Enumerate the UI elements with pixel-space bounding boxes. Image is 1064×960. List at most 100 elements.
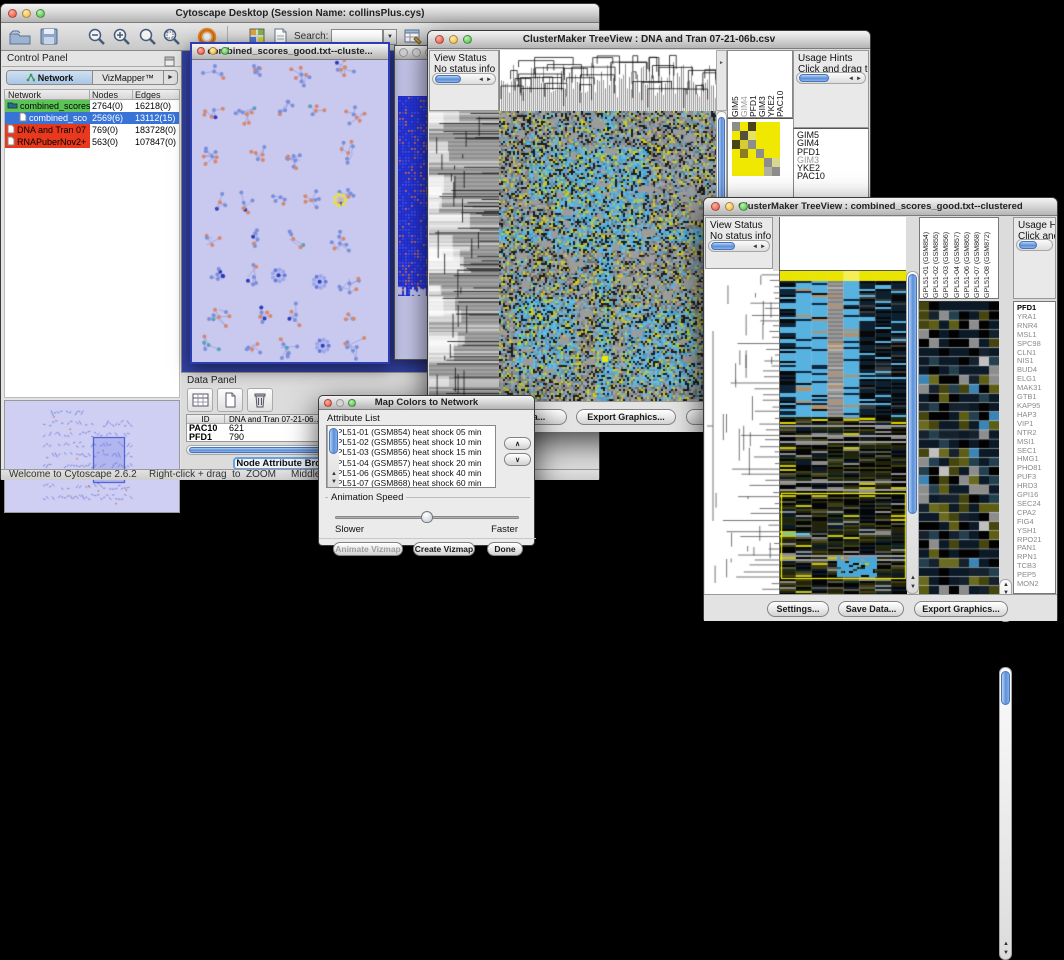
export-graphics-button[interactable]: Export Graphics... xyxy=(576,409,676,425)
zoom-in-icon[interactable] xyxy=(112,27,133,52)
treeview1-column-label[interactable]: GIM3 xyxy=(757,50,766,117)
treeview2-column-label[interactable]: GPL51-04 (GSM857) xyxy=(954,218,964,298)
network-canvas[interactable] xyxy=(192,60,388,362)
save-session-icon[interactable] xyxy=(39,27,59,51)
zoom-button[interactable] xyxy=(36,9,45,18)
view-status-scrollbar[interactable]: ◄ ► xyxy=(708,240,770,252)
new-attribute-icon[interactable] xyxy=(217,388,243,412)
matrix-cell[interactable] xyxy=(772,167,780,176)
move-up-button[interactable]: ∧ xyxy=(504,437,531,450)
matrix-cell[interactable] xyxy=(748,158,756,167)
zoom-button[interactable] xyxy=(463,35,472,44)
matrix-cell[interactable] xyxy=(756,167,764,176)
matrix-cell[interactable] xyxy=(740,158,748,167)
zoom-button[interactable] xyxy=(221,47,229,55)
column-dendrogram-area[interactable] xyxy=(779,217,906,271)
zoom-matrix[interactable] xyxy=(732,122,780,176)
minimize-button[interactable] xyxy=(209,47,217,55)
column-dendrogram-canvas[interactable] xyxy=(499,50,717,111)
scroll-left-arrow-icon[interactable]: ◄ xyxy=(478,77,484,83)
treeview2-column-label[interactable]: GPL51-07 (GSM868) xyxy=(974,218,984,298)
matrix-cell[interactable] xyxy=(756,149,764,158)
hscroll-thumb[interactable] xyxy=(1019,241,1037,249)
row-dendrogram-canvas[interactable] xyxy=(429,111,499,401)
treeview1-column-label[interactable]: YKE2 xyxy=(766,50,775,117)
vscroll-thumb[interactable] xyxy=(908,274,917,514)
birdseye-canvas[interactable] xyxy=(5,401,179,512)
attribute-list-item[interactable]: GPL51-02 (GSM855) heat shock 10 min xyxy=(327,437,482,447)
scroll-down-arrow-icon[interactable]: ▼ xyxy=(331,479,337,485)
network-view-titlebar[interactable]: combined_scores_good.txt--cluste... xyxy=(192,44,388,60)
matrix-cell[interactable] xyxy=(764,167,772,176)
zoom-button[interactable] xyxy=(739,202,748,211)
treeview2-column-label[interactable]: GPL51-03 (GSM856) xyxy=(943,218,953,298)
usage-scrollbar[interactable] xyxy=(1016,239,1053,251)
animate-vizmap-button[interactable]: Animate Vizmap xyxy=(333,542,403,556)
matrix-cell[interactable] xyxy=(748,149,756,158)
attribute-list-item[interactable]: GPL51-07 (GSM868) heat shock 60 min xyxy=(327,478,482,488)
heatmap-vscrollbar[interactable]: ▲ ▼ xyxy=(906,271,919,594)
tab-network[interactable]: Network xyxy=(7,71,93,84)
done-button[interactable]: Done xyxy=(487,542,523,556)
matrix-cell[interactable] xyxy=(772,158,780,167)
minimize-button[interactable] xyxy=(725,202,734,211)
matrix-cell[interactable] xyxy=(764,149,772,158)
matrix-cell[interactable] xyxy=(772,140,780,149)
close-button[interactable] xyxy=(8,9,17,18)
zoom-selected-icon[interactable] xyxy=(162,27,183,52)
minimize-button[interactable] xyxy=(449,35,458,44)
matrix-cell[interactable] xyxy=(732,167,740,176)
matrix-cell[interactable] xyxy=(732,122,740,131)
dense-network-canvas[interactable] xyxy=(398,96,428,296)
treeview1-column-label[interactable]: PFD1 xyxy=(748,50,757,117)
treeview1-column-label[interactable]: PAC10 xyxy=(775,50,784,117)
gene-list-vscrollbar[interactable]: ▲ ▼ xyxy=(999,667,1012,960)
table-select-icon[interactable] xyxy=(187,388,213,412)
slider-thumb[interactable] xyxy=(421,511,433,523)
matrix-cell[interactable] xyxy=(748,131,756,140)
listbox-vscrollbar[interactable]: ▲ ▼ xyxy=(327,426,339,487)
close-button[interactable] xyxy=(324,399,332,407)
matrix-cell[interactable] xyxy=(732,149,740,158)
main-titlebar[interactable]: Cytoscape Desktop (Session Name: collins… xyxy=(1,4,599,23)
matrix-cell[interactable] xyxy=(764,140,772,149)
matrix-cell[interactable] xyxy=(732,131,740,140)
treeview1-titlebar[interactable]: ClusterMaker TreeView : DNA and Tran 07-… xyxy=(428,31,870,49)
matrix-cell[interactable] xyxy=(764,122,772,131)
network-row[interactable]: DNA and Tran 07 769(0) 183728(0) xyxy=(5,124,179,136)
scroll-up-arrow-icon[interactable]: ▲ xyxy=(1003,582,1009,588)
vscroll-thumb[interactable] xyxy=(718,117,725,205)
matrix-cell[interactable] xyxy=(740,140,748,149)
scroll-up-arrow-icon[interactable]: ▲ xyxy=(1003,941,1009,947)
matrix-cell[interactable] xyxy=(772,131,780,140)
matrix-cell[interactable] xyxy=(748,140,756,149)
vscroll-thumb[interactable] xyxy=(1001,671,1010,705)
close-button[interactable] xyxy=(399,48,408,57)
matrix-cell[interactable] xyxy=(740,149,748,158)
matrix-cell[interactable] xyxy=(756,140,764,149)
matrix-cell[interactable] xyxy=(764,158,772,167)
dialog-titlebar[interactable]: Map Colors to Network xyxy=(319,396,534,410)
save-data-button[interactable]: Save Data... xyxy=(838,601,904,617)
matrix-cell[interactable] xyxy=(756,122,764,131)
dendro-splitter[interactable]: ► xyxy=(716,50,727,111)
minimize-button[interactable] xyxy=(336,399,344,407)
close-button[interactable] xyxy=(435,35,444,44)
treeview2-column-label[interactable]: GPL51-06 (GSM865) xyxy=(964,218,974,298)
open-file-icon[interactable] xyxy=(8,27,32,51)
zoom-out-icon[interactable] xyxy=(87,27,108,52)
matrix-cell[interactable] xyxy=(748,167,756,176)
scroll-down-arrow-icon[interactable]: ▼ xyxy=(910,584,916,590)
attribute-list-item[interactable]: GPL51-06 (GSM865) heat shock 40 min xyxy=(327,468,482,478)
scroll-right-arrow-icon[interactable]: ► xyxy=(856,76,862,82)
matrix-cell[interactable] xyxy=(732,158,740,167)
export-graphics-button[interactable]: Export Graphics... xyxy=(914,601,1008,617)
attr-col-id[interactable]: ID xyxy=(187,415,225,423)
treeview2-column-label[interactable]: GPL51-02 (GSM855) xyxy=(933,218,943,298)
treeview2-column-label[interactable]: GPL51-08 (GSM872) xyxy=(984,218,994,298)
hscroll-thumb[interactable] xyxy=(435,75,461,83)
network-row[interactable]: RNAPuberNov2+ 563(0) 107847(0) xyxy=(5,136,179,148)
heatmap-canvas[interactable] xyxy=(779,271,907,594)
scroll-up-arrow-icon[interactable]: ▲ xyxy=(331,471,337,477)
close-button[interactable] xyxy=(197,47,205,55)
